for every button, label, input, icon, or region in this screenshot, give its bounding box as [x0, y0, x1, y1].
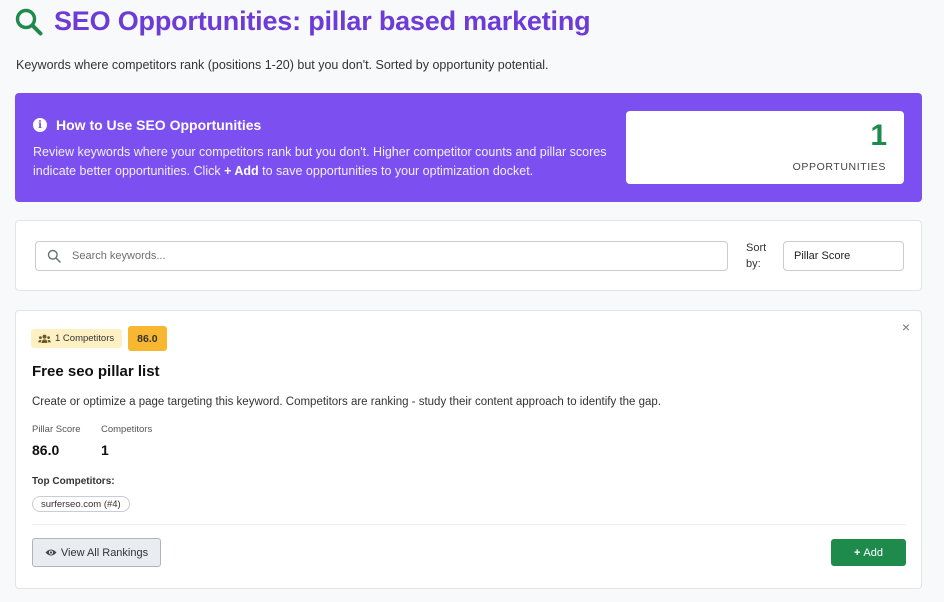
competitors-badge-label: 1 Competitors [55, 333, 115, 344]
metric-label: Pillar Score [32, 424, 81, 435]
view-all-rankings-label: View All Rankings [60, 546, 149, 559]
banner-text: Review keywords where your competitors r… [33, 143, 613, 181]
competitors-badge: 1 Competitors [31, 329, 123, 348]
banner-title: How to Use SEO Opportunities [56, 117, 262, 133]
opportunities-count-card: 1 OPPORTUNITIES [626, 111, 904, 184]
users-icon [38, 334, 51, 343]
opportunity-card: × 1 Competitors 86.0 Free seo pillar lis… [15, 310, 922, 589]
sort-select[interactable]: Pillar Score [783, 241, 904, 271]
opportunities-count: 1 [870, 119, 887, 152]
metric-value: 1 [101, 442, 109, 458]
sort-label: Sort by: [746, 242, 767, 270]
search-box[interactable] [35, 241, 728, 271]
card-divider [32, 524, 906, 525]
metric-pillar-score: Pillar Score 86.0 [32, 424, 81, 458]
page-subtitle: Keywords where competitors rank (positio… [16, 58, 549, 72]
search-panel: Sort by: Pillar Score [15, 220, 922, 291]
metric-label: Competitors [101, 424, 153, 435]
search-icon [47, 249, 61, 263]
score-badge: 86.0 [128, 326, 167, 351]
info-icon: i [33, 118, 47, 132]
add-button[interactable]: + Add [831, 539, 906, 566]
page-header: SEO Opportunities: pillar based marketin… [14, 6, 591, 37]
view-all-rankings-button[interactable]: View All Rankings [32, 538, 161, 567]
competitor-chip: surferseo.com (#4) [32, 496, 130, 512]
add-button-label: Add [863, 546, 883, 559]
metric-value: 86.0 [32, 442, 60, 458]
eye-icon [45, 549, 57, 556]
page-title: SEO Opportunities: pillar based marketin… [54, 6, 591, 36]
keyword-description: Create or optimize a page targeting this… [32, 396, 662, 408]
search-icon [15, 8, 43, 35]
opportunities-label: OPPORTUNITIES [792, 161, 886, 173]
top-competitors-label: Top Competitors: [32, 476, 115, 487]
close-icon[interactable]: × [902, 319, 910, 335]
banner-add-hint: + Add [224, 164, 259, 178]
card-badges: 1 Competitors 86.0 [31, 326, 167, 351]
info-banner: i How to Use SEO Opportunities Review ke… [15, 93, 922, 202]
search-input[interactable] [72, 242, 712, 270]
metric-competitors: Competitors 1 [101, 424, 152, 458]
plus-icon: + [853, 546, 861, 559]
keyword-title: Free seo pillar list [32, 363, 160, 380]
banner-heading: i How to Use SEO Opportunities [33, 117, 261, 133]
banner-text-part: to save opportunities to your optimizati… [258, 164, 534, 178]
seo-opportunities-page: SEO Opportunities: pillar based marketin… [0, 0, 944, 602]
